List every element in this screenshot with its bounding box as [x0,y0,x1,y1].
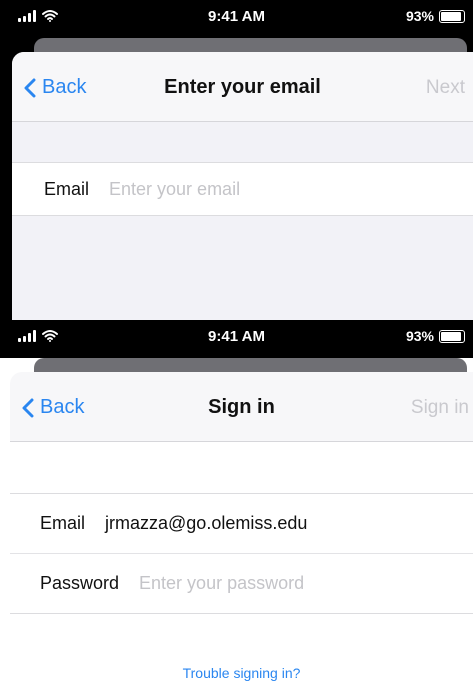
battery-percentage: 93% [405,328,434,344]
email-form: Email Enter your email [12,162,473,216]
status-time: 9:41 AM [208,328,265,345]
battery-percentage: 93% [405,8,434,24]
battery-icon [439,329,465,343]
sign-in-nav-button[interactable]: Sign in [411,397,469,419]
battery-icon [439,9,465,23]
email-label: Email [44,178,90,199]
status-bar: 9:41 AM 93% [0,320,473,358]
enter-email-screen: 9:41 AM 93% Back Enter your email Next E… [0,0,473,320]
email-input[interactable]: Enter your email [109,179,240,200]
sign-in-sheet: Back Sign in Sign in Email jrmazza@go.ol… [10,372,473,684]
page-title: Sign in [208,396,275,418]
email-row[interactable]: Email Enter your email [12,163,473,215]
sign-in-screen: 9:41 AM 93% Back Sign in Sign in Email j… [0,320,473,684]
password-input[interactable]: Enter your password [139,573,304,594]
status-bar: 9:41 AM 93% [0,0,473,38]
navigation-bar: Back Enter your email Next [12,52,473,122]
navigation-bar: Back Sign in Sign in [10,372,473,442]
password-row[interactable]: Password Enter your password [10,554,473,613]
trouble-signing-in-link[interactable]: Trouble signing in? [10,665,473,681]
page-title: Enter your email [164,76,321,98]
email-sheet: Back Enter your email Next Email Enter y… [12,52,473,320]
status-time: 9:41 AM [208,8,265,25]
password-label: Password [40,573,120,593]
sign-in-form: Email jrmazza@go.olemiss.edu Password En… [10,493,473,614]
email-label: Email [40,513,86,533]
email-input[interactable]: jrmazza@go.olemiss.edu [105,513,307,534]
email-row[interactable]: Email jrmazza@go.olemiss.edu [10,494,473,553]
next-button[interactable]: Next [426,77,465,99]
